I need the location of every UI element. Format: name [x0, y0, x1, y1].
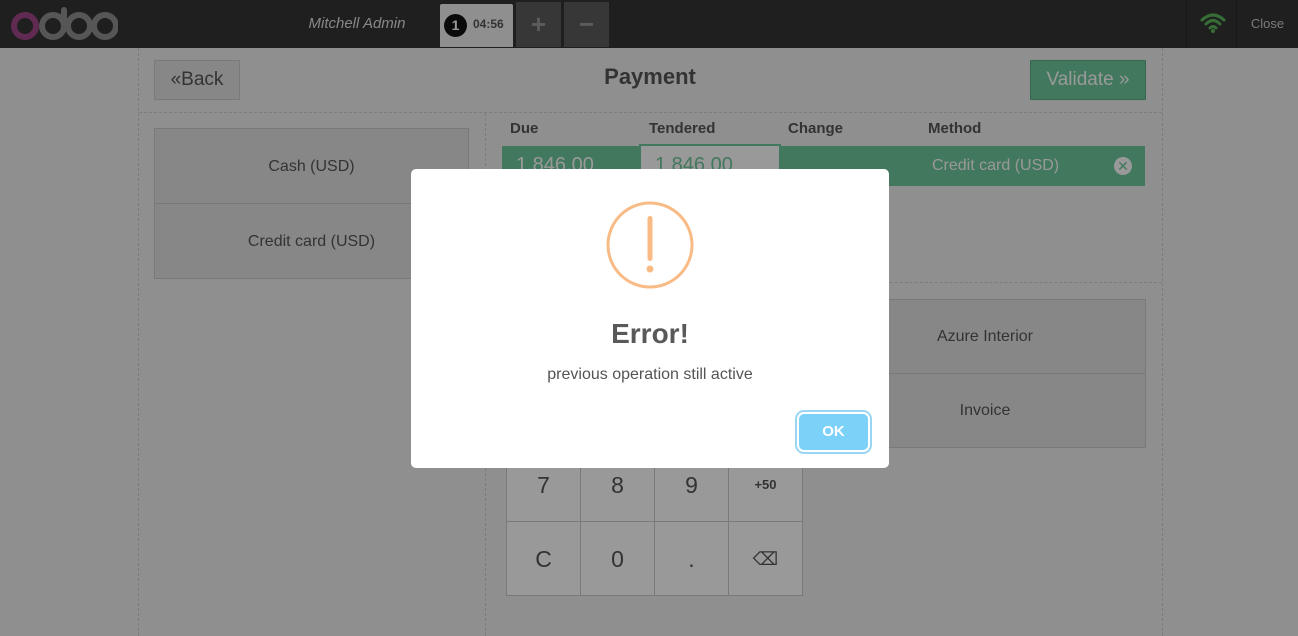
dialog-title: Error! [611, 318, 689, 349]
dialog-message: previous operation still active [547, 366, 753, 383]
ok-button[interactable]: OK [799, 414, 868, 450]
warning-icon [606, 201, 694, 289]
error-dialog: Error! previous operation still active O… [411, 169, 889, 468]
